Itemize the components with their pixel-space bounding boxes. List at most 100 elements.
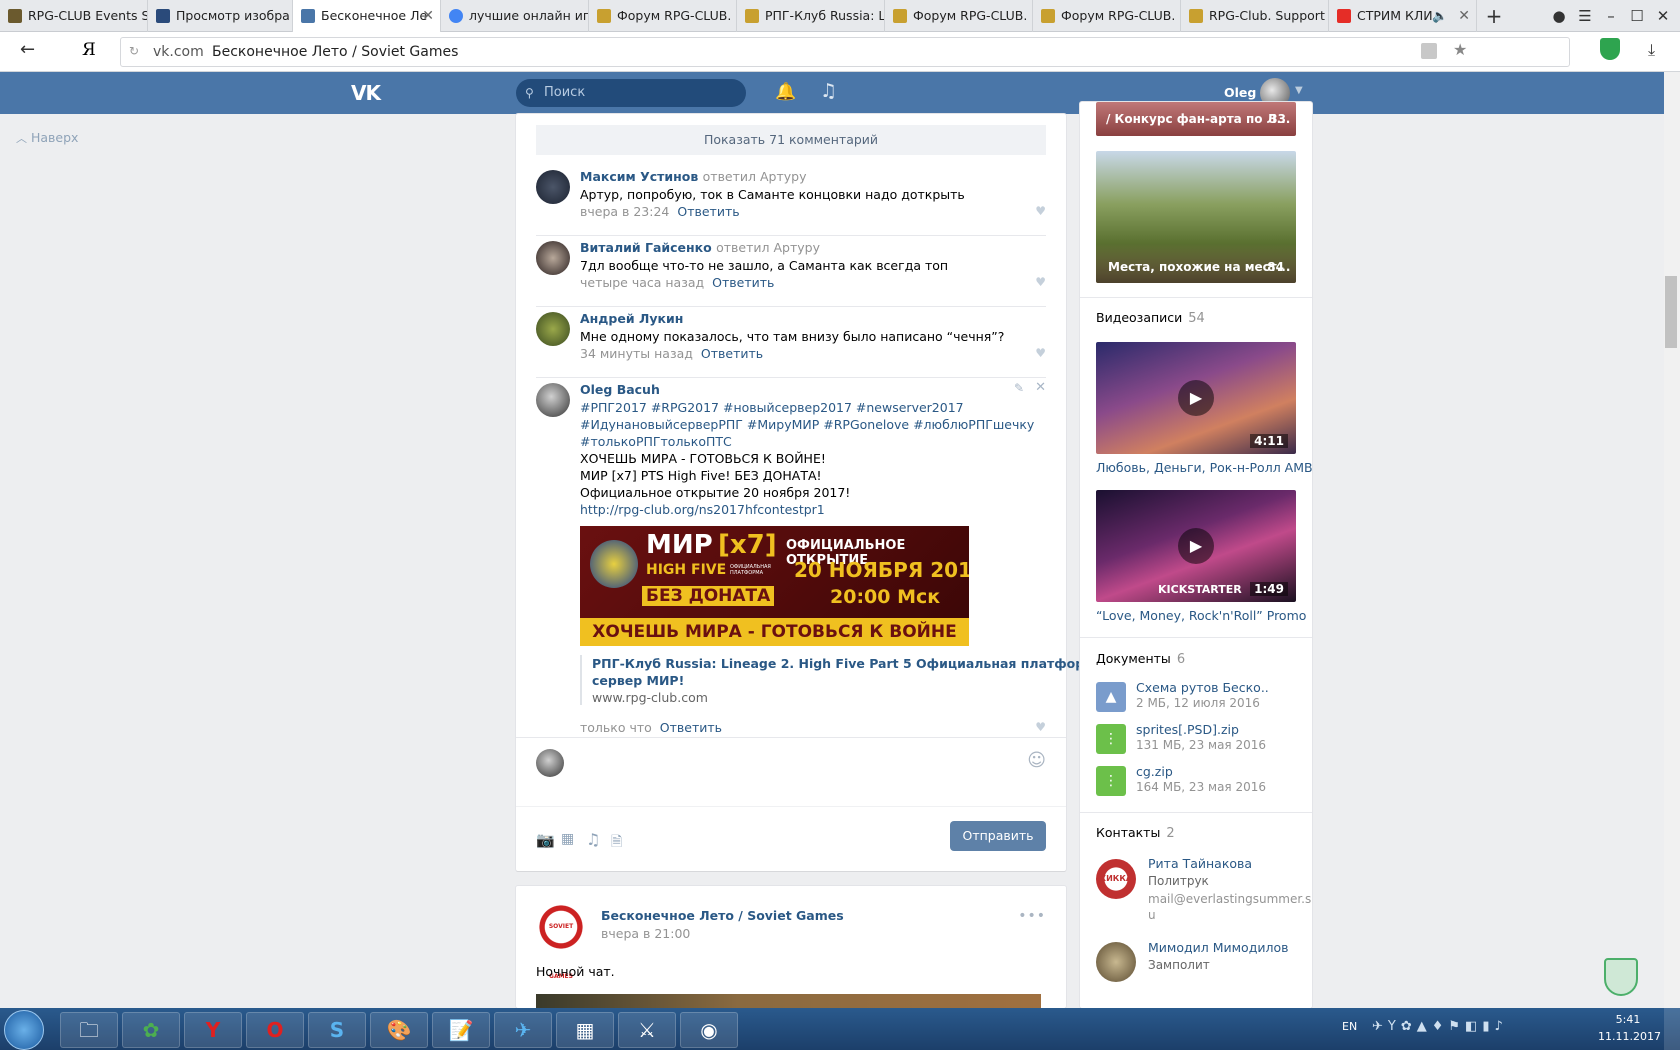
avatar[interactable]	[536, 749, 564, 777]
send-button[interactable]: Отправить	[950, 821, 1046, 851]
play-icon[interactable]: ▶	[1178, 380, 1214, 416]
bookmark-star-icon[interactable]: ★	[1453, 40, 1467, 59]
yandex-browser-icon[interactable]: Y	[184, 1012, 242, 1048]
skype-icon[interactable]: S	[308, 1012, 366, 1048]
heart-icon[interactable]: ♥	[1035, 275, 1046, 289]
avatar[interactable]	[1096, 942, 1136, 982]
video-title[interactable]: Любовь, Деньги, Рок-н-Ролл AMB	[1096, 460, 1312, 475]
telegram-icon[interactable]: ✈	[494, 1012, 552, 1048]
comment-author[interactable]: Андрей Лукин	[580, 311, 683, 326]
browser-tab[interactable]: РПГ-Клуб Russia: L	[737, 0, 885, 32]
download-icon[interactable]: ⤓	[1648, 40, 1655, 60]
more-options-icon[interactable]: •••	[1018, 908, 1046, 924]
browser-tab[interactable]: лучшие онлайн иг	[441, 0, 589, 32]
contact-name[interactable]: Рита Тайнакова	[1148, 856, 1252, 871]
scrollbar-thumb[interactable]	[1665, 276, 1677, 348]
menu-icon[interactable]: ☰	[1572, 0, 1598, 32]
tray-icons[interactable]: ✈Y✿▲♦⚑◧▮♪	[1372, 1019, 1508, 1034]
browser-tab[interactable]: Форум RPG-CLUB.	[589, 0, 737, 32]
back-to-top-link[interactable]: ︿ Наверх	[16, 130, 78, 146]
reply-to[interactable]: ответил Артуру	[716, 240, 820, 255]
browser-tab[interactable]: СТРИМ КЛИ 🔈 ✕	[1329, 0, 1477, 32]
link-snippet[interactable]: РПГ-Клуб Russia: Lineage 2. High Five Pa…	[580, 655, 1159, 706]
play-icon[interactable]: ▶	[1178, 528, 1214, 564]
vk-logo-icon[interactable]: VK	[351, 81, 381, 105]
lock-icon[interactable]	[1421, 43, 1437, 59]
comment-time[interactable]: только что	[580, 720, 652, 735]
close-tab-icon[interactable]: ✕	[422, 0, 434, 32]
reply-link[interactable]: Ответить	[660, 720, 722, 735]
url-input[interactable]: ↻ vk.com Бесконечное Лето / Soviet Games…	[120, 37, 1570, 67]
icq-icon[interactable]: ✿	[122, 1012, 180, 1048]
browser-tab[interactable]: Форум RPG-CLUB.	[1033, 0, 1181, 32]
album-thumb[interactable]: / Конкурс фан-арта по Л... 33	[1096, 102, 1296, 136]
snippet-title[interactable]: сервер МИР!	[592, 672, 1046, 689]
game-launcher-icon[interactable]: ◉	[680, 1012, 738, 1048]
audio-playing-icon[interactable]: 🔈	[1432, 0, 1448, 32]
clock-time[interactable]: 5:41	[1598, 1013, 1658, 1026]
music-icon[interactable]: ♫	[820, 80, 837, 102]
comment-author[interactable]: Oleg Bacuh	[580, 382, 660, 397]
comment-time[interactable]: четыре часа назад	[580, 275, 704, 290]
start-button-icon[interactable]	[4, 1010, 44, 1050]
browser-tab[interactable]: RPG-Club. Support	[1181, 0, 1329, 32]
video-title[interactable]: “Love, Money, Rock'n'Roll” Promo	[1096, 608, 1306, 623]
avatar[interactable]	[536, 312, 570, 346]
language-indicator[interactable]: EN	[1342, 1020, 1357, 1033]
close-tab-icon[interactable]: ✕	[1458, 0, 1470, 32]
reload-icon[interactable]: ↻	[129, 44, 139, 58]
comment-link[interactable]: http://rpg-club.org/ns2017hfcontestpr1	[580, 501, 825, 518]
browser-tab-active[interactable]: Бесконечное Ле ✕	[293, 0, 441, 32]
document-icon[interactable]: 🗎	[611, 831, 622, 855]
show-desktop-button[interactable]	[1664, 1008, 1680, 1050]
video-icon[interactable]: ▦	[561, 831, 574, 847]
back-arrow-icon[interactable]: ←	[20, 39, 35, 60]
contacts-header[interactable]: Контакты 2	[1096, 825, 1175, 841]
opera-icon[interactable]: O	[246, 1012, 304, 1048]
heart-icon[interactable]: ♥	[1035, 346, 1046, 360]
heart-icon[interactable]: ♥	[1035, 720, 1046, 734]
music-note-icon[interactable]: ♫	[586, 830, 600, 849]
delete-icon[interactable]: ✕	[1035, 380, 1046, 395]
videos-header[interactable]: Видеозаписи 54	[1096, 310, 1205, 326]
contact-email[interactable]: u	[1148, 908, 1156, 922]
group-name[interactable]: Бесконечное Лето / Soviet Games	[601, 908, 844, 923]
hashtags-line[interactable]: #толькоРПГтолькоПТС	[580, 433, 732, 450]
show-more-comments-button[interactable]: Показать 71 комментарий	[536, 125, 1046, 155]
avatar[interactable]	[536, 170, 570, 204]
maximize-icon[interactable]: ☐	[1624, 0, 1650, 32]
promo-banner-image[interactable]: МИР [x7] HIGH FIVE ОФИЦИАЛЬНАЯ ПЛАТФОРМА…	[580, 526, 969, 646]
hashtags-line[interactable]: #ИдунановыйсерверРПГ #МируМИР #RPGonelov…	[580, 416, 1034, 433]
protect-shield-icon[interactable]	[1604, 958, 1638, 996]
snippet-domain[interactable]: www.rpg-club.com	[592, 689, 1046, 706]
comment-time[interactable]: 34 минуты назад	[580, 346, 693, 361]
calculator-icon[interactable]: ▦	[556, 1012, 614, 1048]
post-time[interactable]: вчера в 21:00	[601, 926, 690, 941]
notepad-icon[interactable]: 📝	[432, 1012, 490, 1048]
minimize-icon[interactable]: –	[1598, 0, 1624, 32]
camera-icon[interactable]: 📷	[536, 831, 555, 849]
new-tab-icon[interactable]: +	[1481, 0, 1507, 32]
reply-link[interactable]: Ответить	[701, 346, 763, 361]
album-thumb[interactable]: Места, похожие на мест... 84	[1096, 151, 1296, 283]
page-scrollbar[interactable]	[1664, 72, 1680, 1008]
yandex-logo-icon[interactable]: Я	[82, 40, 96, 60]
chevron-down-icon[interactable]: ▼	[1295, 85, 1303, 96]
search-input[interactable]: ⚲ Поиск	[516, 79, 746, 107]
comment-text-input[interactable]	[574, 746, 1014, 786]
edit-pencil-icon[interactable]: ✎	[1014, 381, 1024, 395]
video-thumb[interactable]: ▶ 4:11	[1096, 342, 1296, 454]
clock-date[interactable]: 11.11.2017	[1598, 1030, 1661, 1043]
protect-shield-icon[interactable]	[1600, 38, 1620, 60]
browser-tab[interactable]: Просмотр изобра	[148, 0, 293, 32]
contact-email[interactable]: mail@everlastingsummer.s	[1148, 892, 1311, 906]
browser-tab[interactable]: RPG-CLUB Events S	[0, 0, 148, 32]
close-window-icon[interactable]: ✕	[1650, 0, 1676, 32]
file-explorer-icon[interactable]: 🗀	[60, 1012, 118, 1048]
lineage-game-icon[interactable]: ⚔	[618, 1012, 676, 1048]
user-name[interactable]: Oleg	[1224, 85, 1256, 100]
video-thumb[interactable]: ▶ KICKSTARTER 1:49	[1096, 490, 1296, 602]
avatar[interactable]: ХИККА	[1096, 859, 1136, 899]
snippet-title[interactable]: РПГ-Клуб Russia: Lineage 2. High Five Pa…	[592, 655, 1159, 672]
browser-tab[interactable]: Форум RPG-CLUB.	[885, 0, 1033, 32]
